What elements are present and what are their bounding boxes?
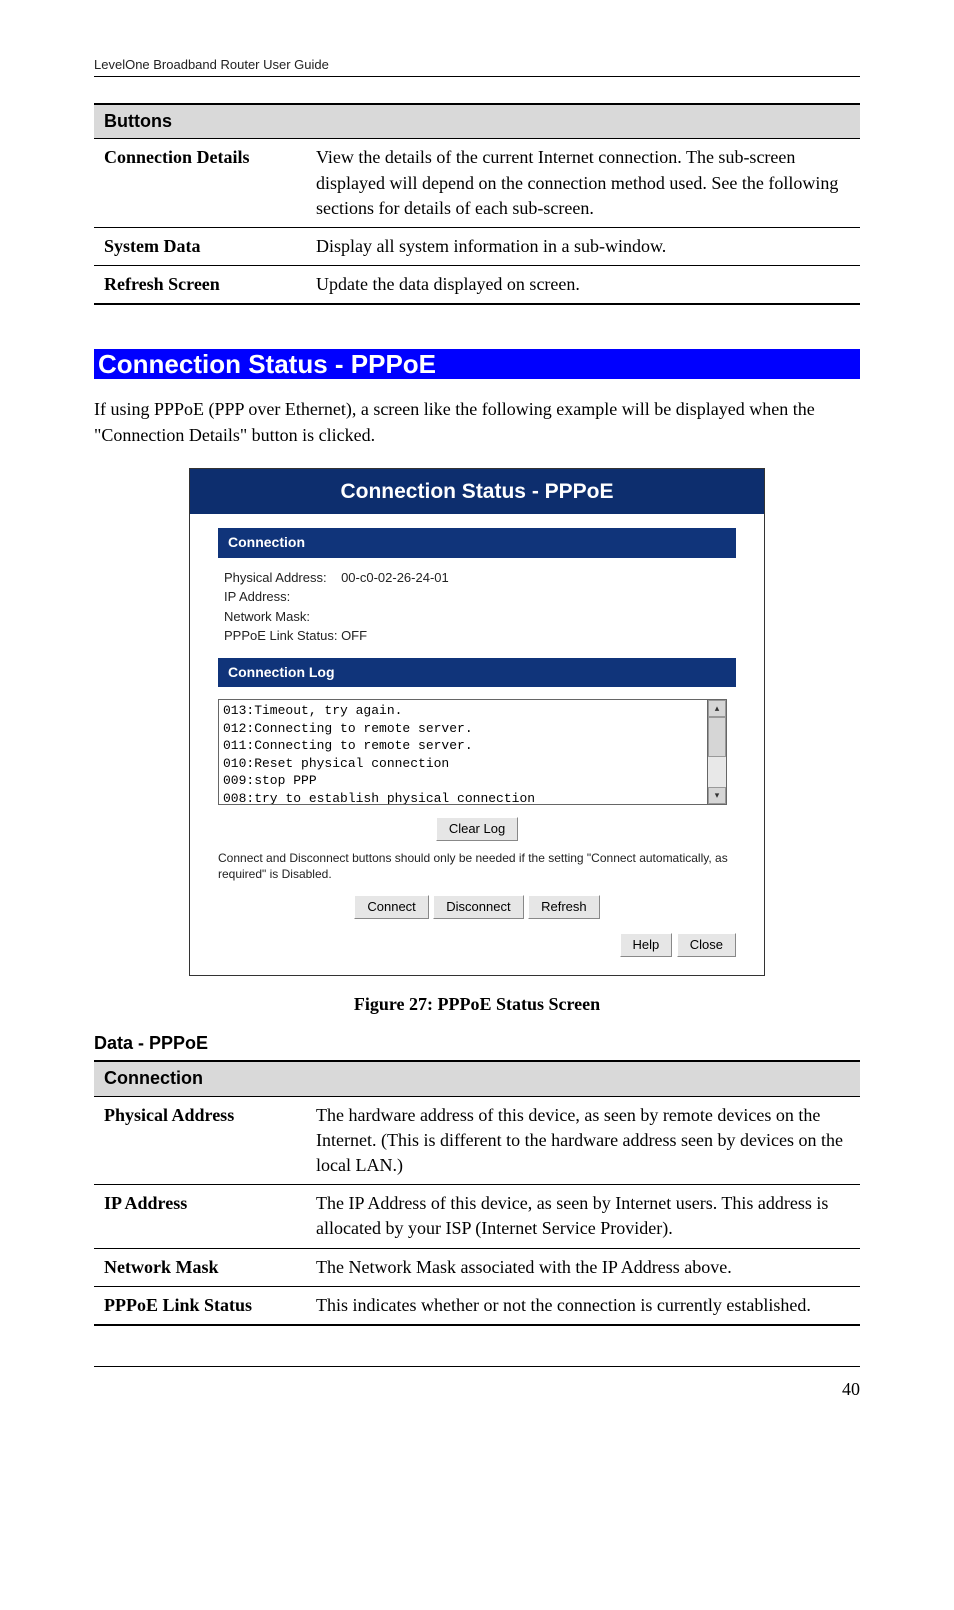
log-container: ▴ ▾ bbox=[218, 699, 736, 805]
connection-panel-header: Connection bbox=[218, 528, 736, 558]
network-mask-label: Network Mask: bbox=[224, 607, 730, 627]
connection-data-table: Connection Physical Address The hardware… bbox=[94, 1060, 860, 1326]
section-banner-bar: Connection Status - PPPoE bbox=[94, 349, 860, 379]
row-label: Refresh Screen bbox=[94, 266, 306, 303]
connect-note: Connect and Disconnect buttons should on… bbox=[218, 851, 736, 882]
physical-address-label: Physical Address: bbox=[224, 570, 327, 585]
refresh-button[interactable]: Refresh bbox=[528, 895, 600, 919]
table-row: Physical Address The hardware address of… bbox=[94, 1097, 860, 1186]
row-desc: Display all system information in a sub-… bbox=[306, 228, 860, 265]
row-label: System Data bbox=[94, 228, 306, 265]
row-desc: Update the data displayed on screen. bbox=[306, 266, 860, 303]
data-pppoe-heading: Data - PPPoE bbox=[94, 1031, 860, 1056]
table-row: System Data Display all system informati… bbox=[94, 228, 860, 266]
table-row: Refresh Screen Update the data displayed… bbox=[94, 266, 860, 303]
table-row: Connection Details View the details of t… bbox=[94, 139, 860, 228]
connection-log-textarea[interactable] bbox=[218, 699, 708, 805]
table-row: Network Mask The Network Mask associated… bbox=[94, 1249, 860, 1287]
table-row: PPPoE Link Status This indicates whether… bbox=[94, 1287, 860, 1324]
connect-buttons-row: Connect Disconnect Refresh bbox=[218, 893, 736, 919]
row-desc: The IP Address of this device, as seen b… bbox=[306, 1185, 860, 1247]
dialog-title: Connection Status - PPPoE bbox=[190, 469, 764, 514]
row-label: IP Address bbox=[94, 1185, 306, 1247]
scroll-thumb[interactable] bbox=[708, 717, 726, 757]
log-scrollbar[interactable]: ▴ ▾ bbox=[708, 699, 727, 805]
help-close-row: Help Close bbox=[218, 931, 736, 957]
clear-log-row: Clear Log bbox=[218, 815, 736, 841]
intro-paragraph: If using PPPoE (PPP over Ethernet), a sc… bbox=[94, 397, 860, 447]
help-button[interactable]: Help bbox=[620, 933, 673, 957]
row-label: Network Mask bbox=[94, 1249, 306, 1286]
connect-button[interactable]: Connect bbox=[354, 895, 428, 919]
row-desc: The Network Mask associated with the IP … bbox=[306, 1249, 860, 1286]
table-row: IP Address The IP Address of this device… bbox=[94, 1185, 860, 1248]
close-button[interactable]: Close bbox=[677, 933, 736, 957]
connection-log-panel-header: Connection Log bbox=[218, 658, 736, 688]
buttons-table: Buttons Connection Details View the deta… bbox=[94, 103, 860, 305]
connection-table-header: Connection bbox=[94, 1062, 860, 1096]
clear-log-button[interactable]: Clear Log bbox=[436, 817, 518, 841]
pppoe-link-status-label: PPPoE Link Status: OFF bbox=[224, 626, 730, 646]
buttons-table-header: Buttons bbox=[94, 105, 860, 139]
row-label: PPPoE Link Status bbox=[94, 1287, 306, 1324]
row-desc: The hardware address of this device, as … bbox=[306, 1097, 860, 1185]
physical-address-value: 00-c0-02-26-24-01 bbox=[341, 570, 449, 585]
row-label: Connection Details bbox=[94, 139, 306, 227]
page-footer: 40 bbox=[94, 1366, 860, 1402]
figure-caption: Figure 27: PPPoE Status Screen bbox=[94, 992, 860, 1017]
ip-address-label: IP Address: bbox=[224, 587, 730, 607]
figure-container: Connection Status - PPPoE Connection Phy… bbox=[94, 468, 860, 976]
pppoe-status-dialog: Connection Status - PPPoE Connection Phy… bbox=[189, 468, 765, 976]
section-banner: Connection Status - PPPoE bbox=[94, 346, 440, 382]
page-number: 40 bbox=[842, 1379, 860, 1399]
scroll-up-icon[interactable]: ▴ bbox=[708, 700, 726, 717]
scroll-down-icon[interactable]: ▾ bbox=[708, 787, 726, 804]
row-label: Physical Address bbox=[94, 1097, 306, 1185]
disconnect-button[interactable]: Disconnect bbox=[433, 895, 523, 919]
row-desc: This indicates whether or not the connec… bbox=[306, 1287, 860, 1324]
row-desc: View the details of the current Internet… bbox=[306, 139, 860, 227]
connection-panel-body: Physical Address: 00-c0-02-26-24-01 IP A… bbox=[218, 558, 736, 658]
page-header: LevelOne Broadband Router User Guide bbox=[94, 56, 860, 77]
